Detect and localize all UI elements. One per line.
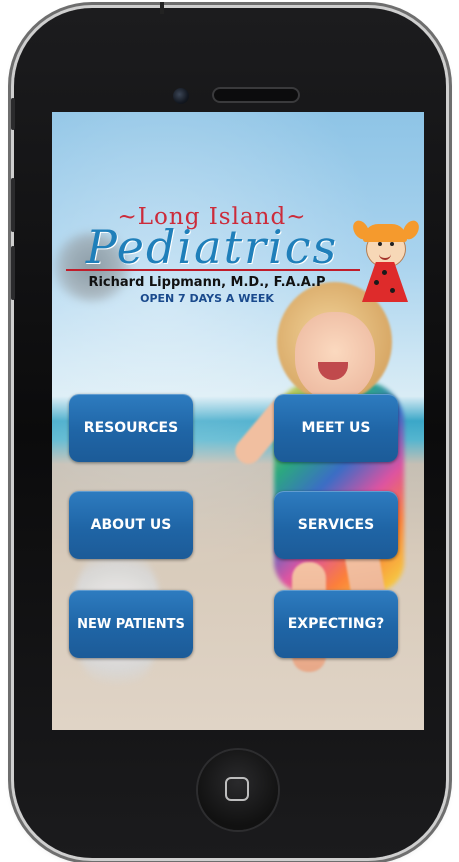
cartoon-eye	[390, 242, 394, 246]
volume-down-button	[11, 178, 15, 232]
camera-icon	[173, 88, 189, 104]
child-photo-face	[295, 312, 375, 400]
cartoon-eye	[378, 242, 382, 246]
cartoon-hair	[363, 224, 407, 242]
dress-dot	[390, 288, 395, 293]
hours-label: OPEN 7 DAYS A WEEK	[140, 292, 274, 305]
volume-up-button	[11, 98, 15, 130]
mute-switch	[11, 246, 15, 300]
meet-us-button[interactable]: MEET US	[274, 394, 398, 462]
home-button[interactable]	[198, 750, 278, 830]
dress-dot	[374, 280, 379, 285]
sleep-button	[160, 2, 164, 14]
resources-button[interactable]: RESOURCES	[69, 394, 193, 462]
app-screen: ~Long Island~ Pediatrics Richard Lippman…	[52, 112, 424, 730]
logo-divider	[66, 269, 360, 271]
speaker-icon	[212, 87, 300, 103]
home-square-icon	[225, 777, 249, 801]
about-us-button[interactable]: ABOUT US	[69, 491, 193, 559]
services-button[interactable]: SERVICES	[274, 491, 398, 559]
expecting-button[interactable]: EXPECTING?	[274, 590, 398, 658]
phone-device: ~Long Island~ Pediatrics Richard Lippman…	[11, 2, 446, 858]
logo-title: Pediatrics	[85, 220, 339, 274]
dress-dot	[382, 270, 387, 275]
new-patients-button[interactable]: NEW PATIENTS	[69, 590, 193, 658]
doctor-name: Richard Lippmann, M.D., F.A.A.P	[88, 275, 326, 290]
